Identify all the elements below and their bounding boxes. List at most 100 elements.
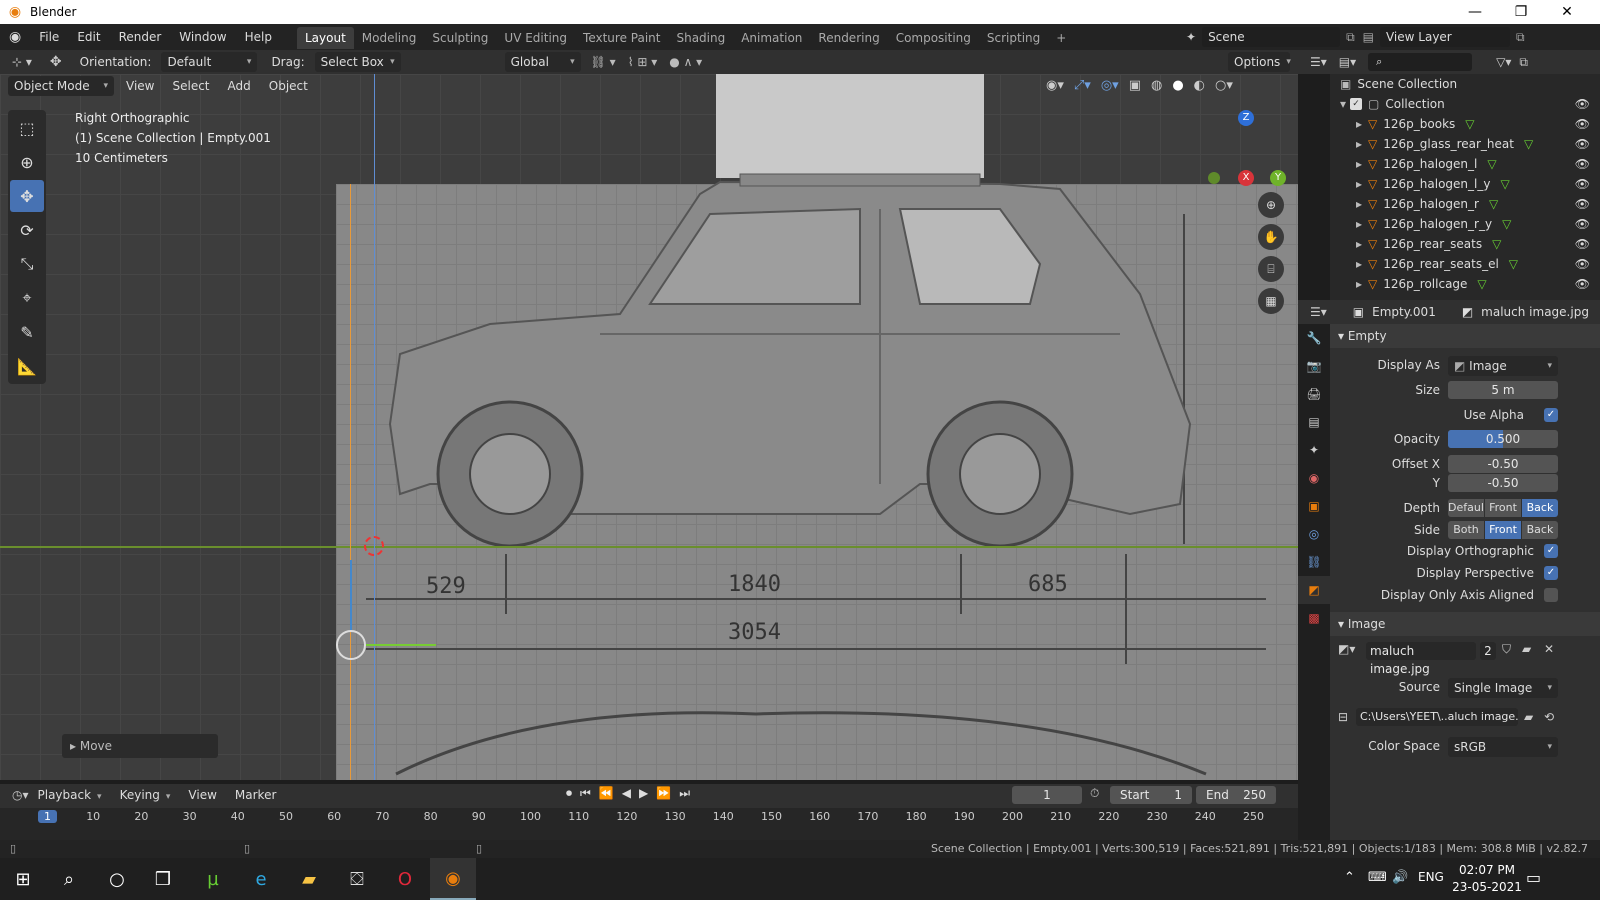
store-icon[interactable]: ⛋ (334, 858, 380, 900)
play-reverse-button[interactable]: ◀ (622, 786, 631, 801)
display-persp-checkbox[interactable]: ✓ (1544, 566, 1558, 580)
blender-menu-icon[interactable]: ◉ (0, 24, 30, 50)
proportional-edit-icon[interactable]: ● ∧ ▾ (669, 55, 702, 69)
rendered-shading-icon[interactable]: ○▾ (1215, 78, 1233, 93)
pivot-icon[interactable]: ⛓ ▾ (591, 55, 616, 69)
image-name-field[interactable]: maluch image.jpg (1366, 642, 1476, 676)
new-collection-icon[interactable]: ⧉ (1519, 55, 1528, 70)
overlay-toggle-icon[interactable]: ◎▾ (1101, 78, 1119, 93)
file-explorer-icon[interactable]: ▰ (286, 858, 332, 900)
timeline-menu-view[interactable]: View (179, 784, 225, 806)
solid-shading-icon[interactable]: ● (1172, 78, 1183, 93)
language-indicator[interactable]: ENG (1418, 870, 1444, 884)
source-dropdown[interactable]: Single Image ▾ (1448, 678, 1558, 698)
display-as-dropdown[interactable]: ◩ Image ▾ (1448, 356, 1558, 376)
outliner-item[interactable]: ▸ ▽ 126p_halogen_l ▽ 👁 (1330, 154, 1600, 174)
network-icon[interactable]: ⌨ (1368, 870, 1387, 885)
camera-view-icon[interactable]: ⌸ (1258, 256, 1284, 282)
tray-chevron-icon[interactable]: ⌃ (1344, 870, 1355, 885)
menu-edit[interactable]: Edit (68, 24, 109, 50)
new-view-layer-icon[interactable]: ⧉ (1516, 30, 1525, 45)
outliner-item[interactable]: ▸ ▽ 126p_glass_rear_heat ▽ 👁 (1330, 134, 1600, 154)
scene-selector[interactable]: Scene (1202, 27, 1341, 47)
render-tab-icon[interactable]: 📷 (1298, 352, 1330, 380)
eye-icon[interactable]: 👁 (1575, 237, 1590, 251)
maximize-button[interactable]: ❐ (1498, 0, 1544, 24)
close-button[interactable]: ✕ (1544, 0, 1590, 24)
pan-hand-icon[interactable]: ✋ (1258, 224, 1284, 250)
move-gizmo-y-arrow[interactable] (366, 644, 436, 646)
utorrent-icon[interactable]: µ (190, 858, 236, 900)
play-button[interactable]: ▶ (639, 786, 648, 801)
gizmo-neg-y[interactable] (1208, 172, 1220, 184)
outliner-item[interactable]: ▸ ▽ 126p_books ▽ 👁 (1330, 114, 1600, 134)
3d-viewport[interactable]: Object Mode ▾ View Select Add Object ◉▾ ⤢… (0, 74, 1298, 780)
eye-icon[interactable]: 👁 (1575, 277, 1590, 291)
outliner-search-input[interactable]: ⌕ (1368, 53, 1473, 71)
filter-icon[interactable]: ▽▾ (1496, 55, 1511, 69)
cursor-tool-icon[interactable]: ⊕ (10, 146, 44, 178)
gizmo-z-axis[interactable]: Z (1238, 110, 1254, 126)
object-mode-dropdown[interactable]: Object Mode ▾ (8, 76, 114, 96)
display-axis-aligned-checkbox[interactable] (1544, 588, 1558, 602)
outliner-item[interactable]: ▸ ▽ 126p_halogen_l_y ▽ 👁 (1330, 174, 1600, 194)
start-icon[interactable]: ⊞ (0, 858, 46, 900)
depth-front-button[interactable]: Front (1485, 499, 1521, 517)
menu-window[interactable]: Window (170, 24, 235, 50)
edge-icon[interactable]: e (238, 858, 284, 900)
collection-row[interactable]: ▾ ✓ ▢ Collection 👁 (1330, 94, 1600, 114)
outliner-item[interactable]: ▸ ▽ 126p_halogen_r_y ▽ 👁 (1330, 214, 1600, 234)
viewport-menu-select[interactable]: Select (166, 76, 215, 96)
transform-orientation-dropdown[interactable]: Global ▾ (504, 52, 581, 72)
color-space-dropdown[interactable]: sRGB ▾ (1448, 737, 1558, 757)
view-layer-selector[interactable]: View Layer (1379, 27, 1510, 47)
timeline-menu-playback[interactable]: Playback ▾ (29, 784, 111, 806)
display-ortho-checkbox[interactable]: ✓ (1544, 544, 1558, 558)
outliner-editor-type-icon[interactable]: ☰▾ (1310, 55, 1327, 69)
tab-shading[interactable]: Shading (668, 27, 733, 49)
tab-animation[interactable]: Animation (733, 27, 810, 49)
prev-keyframe-button[interactable]: ⏪ (599, 786, 614, 801)
tab-texture-paint[interactable]: Texture Paint (575, 27, 668, 49)
output-tab-icon[interactable]: 🖨 (1298, 380, 1330, 408)
timeline-menu-keying[interactable]: Keying ▾ (111, 784, 180, 806)
viewport-menu-add[interactable]: Add (222, 76, 257, 96)
size-field[interactable]: 5 m (1448, 381, 1558, 399)
gizmo-x-axis[interactable]: X (1238, 170, 1254, 186)
outliner-item[interactable]: ▸ ▽ 126p_rear_seats_el ▽ 👁 (1330, 254, 1600, 274)
timeline-scrollbar[interactable] (0, 828, 1298, 840)
use-alpha-checkbox[interactable]: ✓ (1544, 408, 1558, 422)
perspective-toggle-icon[interactable]: ▦ (1258, 288, 1284, 314)
tab-rendering[interactable]: Rendering (810, 27, 887, 49)
outliner-item[interactable]: ▸ ▽ 126p_halogen_r ▽ 👁 (1330, 194, 1600, 214)
add-workspace-button[interactable]: + (1048, 27, 1074, 49)
eye-icon[interactable]: 👁 (1575, 97, 1590, 111)
car-model[interactable] (360, 154, 1220, 574)
jump-end-button[interactable]: ⏭ (679, 786, 690, 801)
next-keyframe-button[interactable]: ⏩ (656, 786, 671, 801)
cortana-icon[interactable]: ○ (94, 858, 140, 900)
constraints-tab-icon[interactable]: ⛓ (1298, 548, 1330, 576)
empty-panel-header[interactable]: ▾ Empty (1330, 324, 1600, 348)
transform-tool-icon[interactable]: ⌖ (10, 282, 44, 314)
last-operator-panel[interactable]: ▸ Move (62, 734, 218, 758)
texture-tab-icon[interactable]: ▩ (1298, 604, 1330, 632)
gizmo-toggle-icon[interactable]: ⤢▾ (1074, 78, 1091, 93)
tab-sculpting[interactable]: Sculpting (424, 27, 496, 49)
world-tab-icon[interactable]: ◉ (1298, 464, 1330, 492)
notifications-icon[interactable]: ▭ (1526, 868, 1541, 887)
unlink-image-icon[interactable]: ✕ (1544, 642, 1554, 656)
3d-cursor-icon[interactable] (364, 536, 384, 556)
filepath-field[interactable]: C:\Users\YEET\..aluch image.jpg (1356, 708, 1518, 726)
scale-tool-icon[interactable]: ⤡ (10, 248, 44, 280)
drag-dropdown[interactable]: Select Box ▾ (314, 52, 401, 72)
object-origin-gizmo[interactable] (336, 630, 366, 660)
stopwatch-icon[interactable]: ⏱ (1090, 786, 1099, 801)
side-both-button[interactable]: Both (1448, 521, 1484, 539)
measure-tool-icon[interactable]: 📐 (10, 350, 44, 382)
move-gizmo-z-arrow[interactable] (350, 560, 352, 630)
eye-icon[interactable]: 👁 (1575, 257, 1590, 271)
new-scene-icon[interactable]: ⧉ (1346, 30, 1355, 45)
visibility-icon[interactable]: ◉▾ (1046, 78, 1064, 93)
display-mode-icon[interactable]: ▤▾ (1339, 55, 1356, 69)
